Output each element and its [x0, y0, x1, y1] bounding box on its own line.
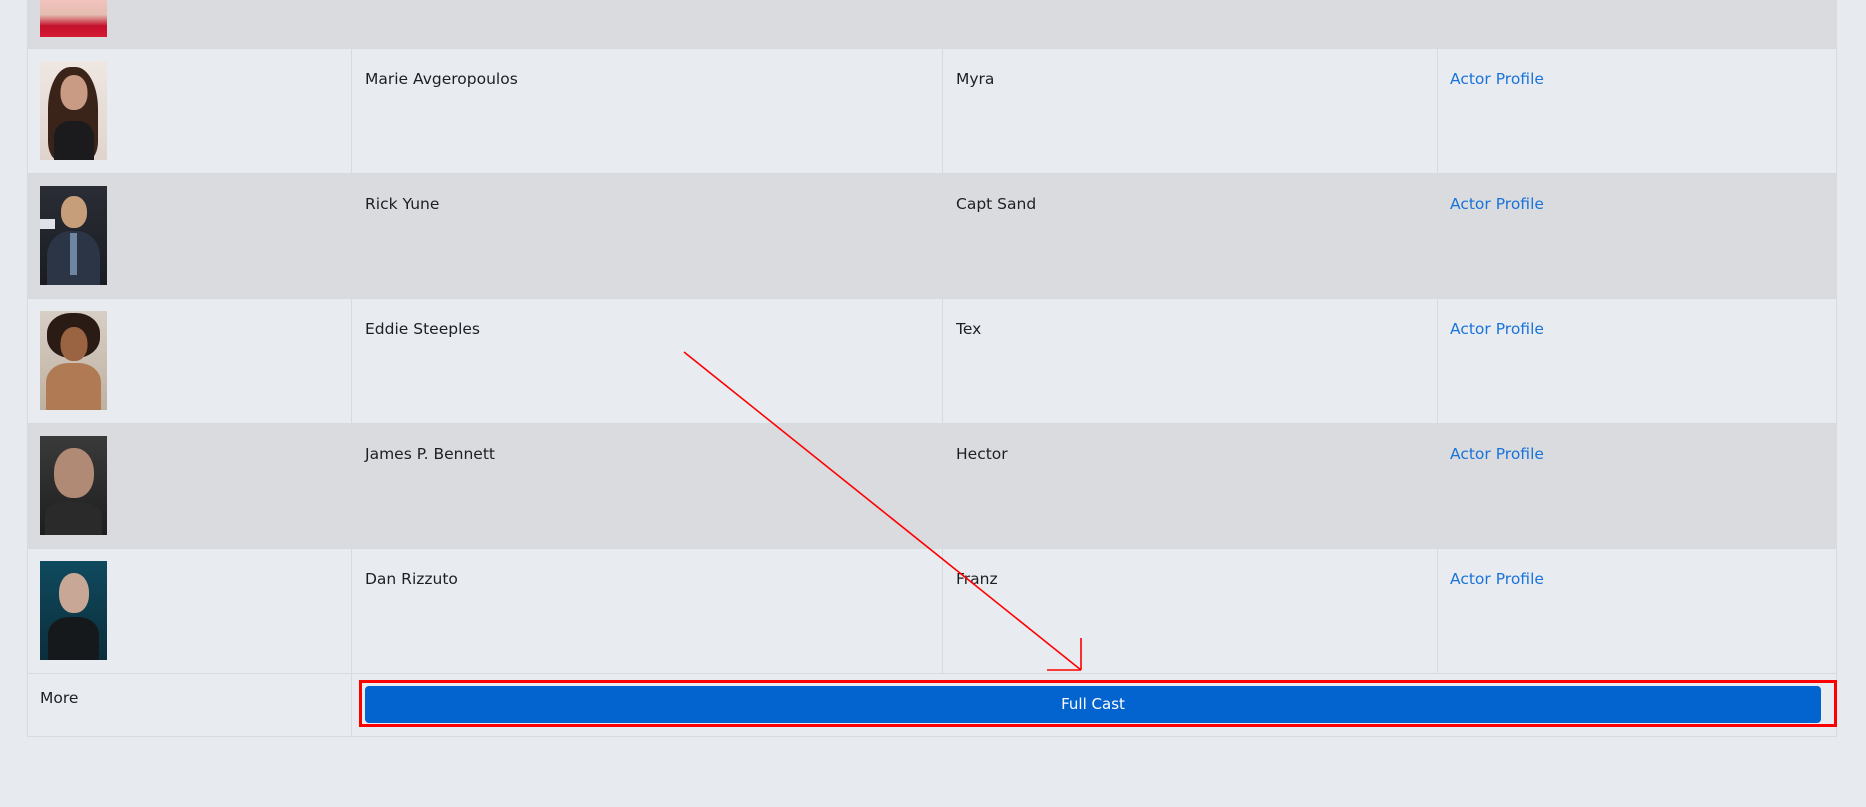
actor-profile-link[interactable]: Actor Profile: [1438, 49, 1556, 89]
actor-profile-link[interactable]: Actor Profile: [1438, 299, 1556, 339]
actor-profile-link[interactable]: Actor Profile: [1438, 174, 1556, 214]
actor-photo: [40, 561, 107, 660]
actor-profile-link[interactable]: Actor Profile: [1438, 549, 1556, 589]
full-cast-button[interactable]: Full Cast: [365, 686, 1821, 723]
table-row: Rick Yune Capt Sand Actor Profile: [27, 173, 1837, 299]
table-row: Eddie Steeples Tex Actor Profile: [27, 298, 1837, 424]
actor-name: Rick Yune: [365, 195, 440, 213]
table-row: Marie Avgeropoulos Myra Actor Profile: [27, 48, 1837, 174]
more-label: More: [40, 689, 79, 707]
character-name: Capt Sand: [956, 195, 1037, 213]
character-name: Tex: [956, 320, 982, 338]
table-row: Dan Rizzuto Franz Actor Profile: [27, 548, 1837, 674]
actor-photo: [40, 186, 107, 285]
actor-name: Eddie Steeples: [365, 320, 480, 338]
actor-profile-link[interactable]: Actor Profile: [1438, 424, 1556, 464]
actor-photo: [40, 436, 107, 535]
character-name: Hector: [956, 445, 1008, 463]
more-row: More Full Cast: [27, 673, 1837, 737]
actor-name: Dan Rizzuto: [365, 570, 458, 588]
character-name: Franz: [956, 570, 998, 588]
actor-name: James P. Bennett: [365, 445, 496, 463]
table-row-partial: [27, 0, 1837, 49]
character-name: Myra: [956, 70, 995, 88]
actor-name: Marie Avgeropoulos: [365, 70, 518, 88]
table-row: James P. Bennett Hector Actor Profile: [27, 423, 1837, 549]
actor-photo: [40, 311, 107, 410]
cast-table: Marie Avgeropoulos Myra Actor Profile Ri…: [27, 0, 1837, 737]
actor-photo: [40, 0, 107, 37]
actor-photo: [40, 61, 107, 160]
